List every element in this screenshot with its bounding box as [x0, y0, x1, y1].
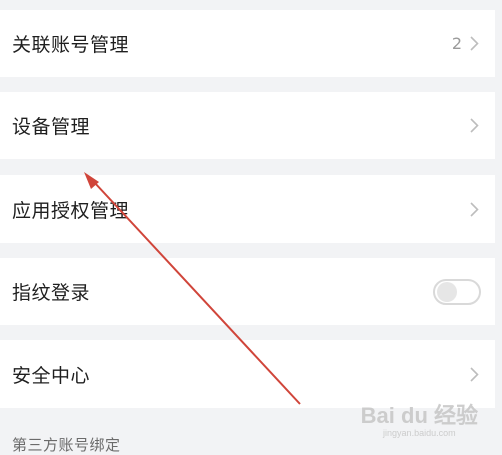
settings-item-device-management[interactable]: 设备管理	[0, 92, 495, 159]
row-right	[433, 278, 481, 305]
settings-item-label: 关联账号管理	[12, 34, 130, 56]
fingerprint-login-toggle[interactable]	[433, 278, 481, 305]
row-right	[470, 201, 479, 217]
settings-item-linked-accounts[interactable]: 关联账号管理 2	[0, 10, 495, 77]
row-right	[470, 118, 479, 133]
settings-item-fingerprint-login: 指纹登录	[0, 258, 495, 325]
chevron-right-icon	[470, 366, 479, 382]
chevron-right-icon	[470, 201, 479, 217]
settings-screen: 关联账号管理 2 设备管理 应用授权管理 指纹登录 安全中心 第三方账号绑定 B…	[0, 0, 502, 454]
toggle-knob	[437, 281, 457, 302]
section-title-third-party: 第三方账号绑定	[12, 436, 121, 454]
row-right: 2	[452, 34, 479, 53]
settings-item-label: 设备管理	[12, 116, 91, 138]
linked-accounts-count: 2	[451, 34, 462, 53]
row-right	[470, 366, 479, 382]
settings-item-label: 应用授权管理	[12, 199, 130, 222]
baidu-jingyan-watermark: Bai du 经验 jingyan.baidu.com	[361, 398, 478, 438]
chevron-right-icon	[470, 36, 479, 51]
settings-item-app-authorization[interactable]: 应用授权管理	[0, 175, 495, 243]
watermark-main: Bai du 经验	[360, 403, 478, 428]
settings-item-label: 安全中心	[12, 364, 91, 387]
chevron-right-icon	[470, 118, 479, 133]
settings-item-label: 指纹登录	[12, 282, 91, 304]
